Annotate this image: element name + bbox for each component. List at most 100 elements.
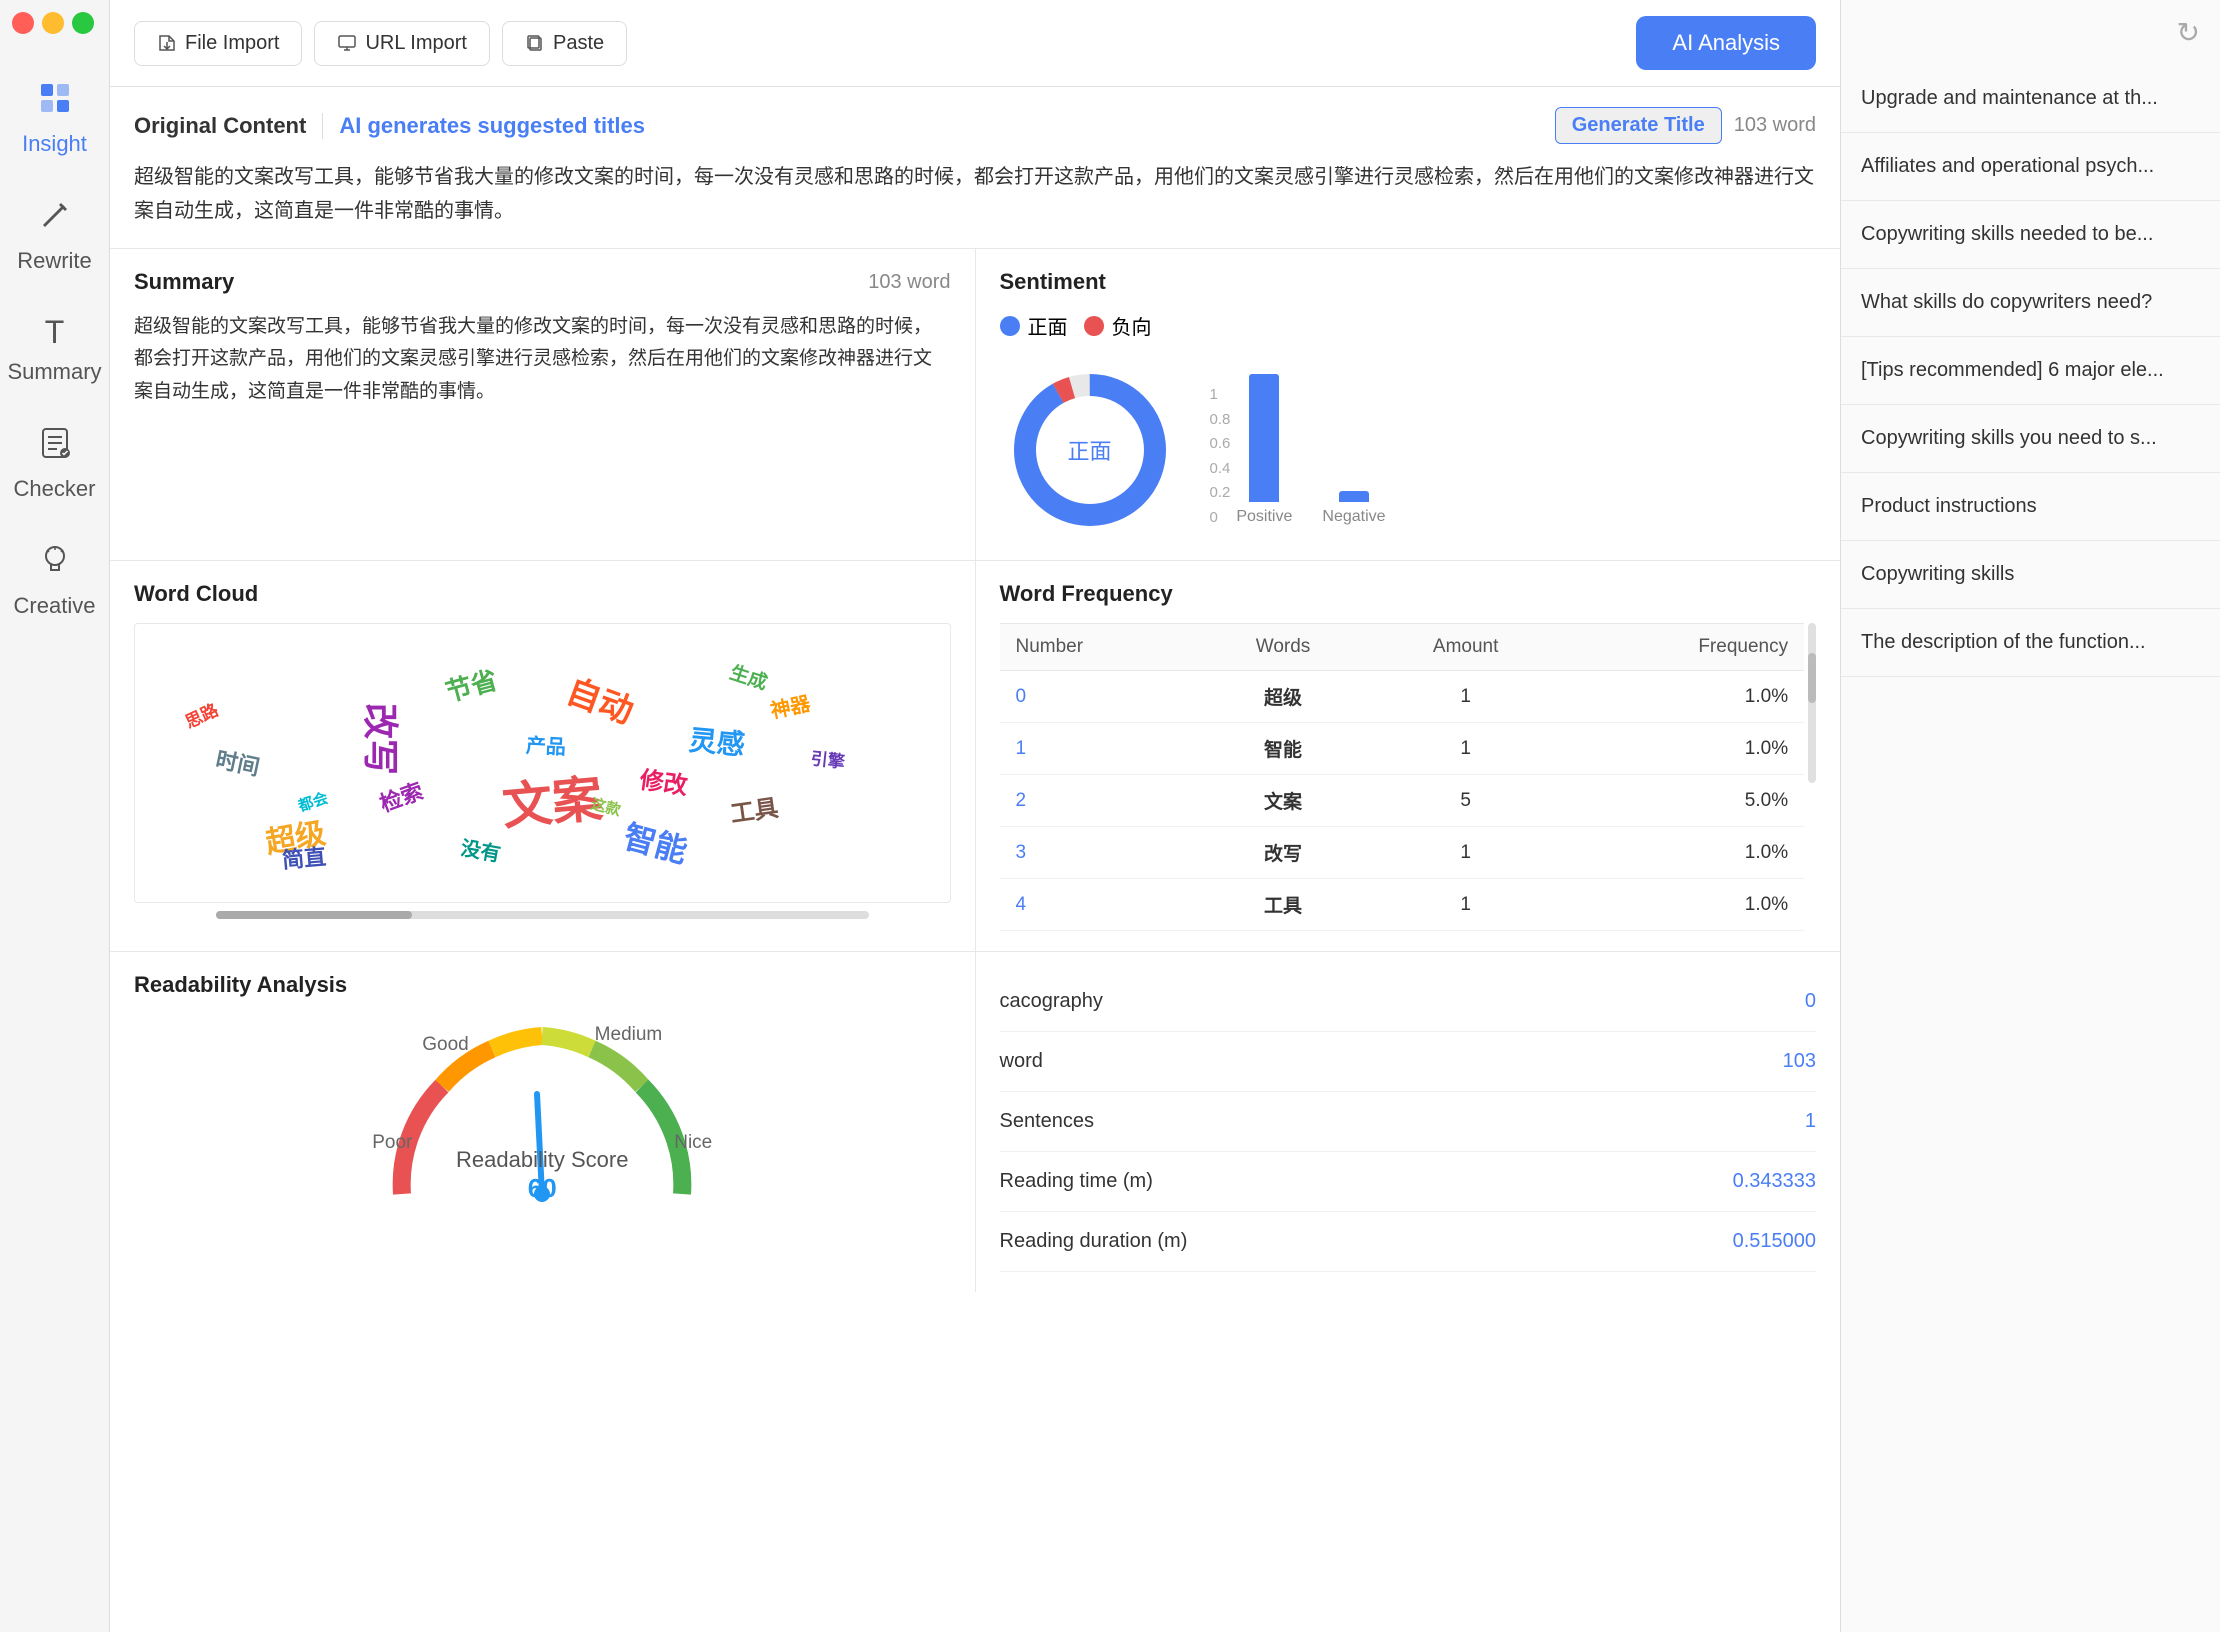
word-cloud-canvas: 文案 改写 智能 超级 灵感 节省 自动 工具 时间 检索 修改 简直 没有 神… [134, 623, 951, 903]
medium-label: Medium [595, 1024, 663, 1046]
file-import-icon [157, 33, 177, 53]
row-4-word: 工具 [1197, 879, 1369, 931]
right-panel-item-5[interactable]: Copywriting skills you need to s... [1841, 405, 2220, 473]
right-panel-item-7[interactable]: Copywriting skills [1841, 541, 2220, 609]
right-panel-item-3[interactable]: What skills do copywriters need? [1841, 269, 2220, 337]
positive-dot [1000, 316, 1020, 336]
row-0-frequency: 1.0% [1562, 671, 1804, 723]
row-0-amount: 1 [1369, 671, 1562, 723]
sidebar-label-creative: Creative [14, 593, 96, 619]
cloud-word-9: 检索 [375, 773, 427, 818]
sidebar-item-summary[interactable]: T Summary [0, 294, 109, 405]
cloud-word-17: 引擎 [810, 745, 846, 773]
cloud-word-7: 工具 [727, 788, 779, 829]
readability-title: Readability Analysis [134, 972, 347, 998]
word-frequency-title: Word Frequency [1000, 581, 1173, 607]
negative-bar: Negative [1322, 491, 1385, 526]
original-word-count: 103 word [1734, 114, 1816, 137]
stat-cacography-value: 0 [1805, 990, 1816, 1013]
right-panel-item-6[interactable]: Product instructions [1841, 473, 2220, 541]
row-2-frequency: 5.0% [1562, 775, 1804, 827]
original-content-title: Original Content [134, 113, 323, 139]
original-content-section: Original Content AI generates suggested … [110, 87, 1840, 249]
word-cloud-scrollbar[interactable] [216, 911, 869, 919]
table-row: 1 智能 1 1.0% [1000, 723, 1805, 775]
loading-icon: ↻ [2177, 16, 2200, 49]
right-panel: ↻ Upgrade and maintenance at th... Affil… [1840, 0, 2220, 1632]
stat-sentences-value: 1 [1805, 1110, 1816, 1133]
cloud-word-11: 简直 [280, 839, 327, 875]
stat-sentences-label: Sentences [1000, 1110, 1095, 1133]
maximize-button[interactable] [72, 12, 94, 34]
sidebar-label-summary: Summary [7, 359, 101, 385]
summary-sentiment-row: Summary 103 word 超级智能的文案改写工具，能够节省我大量的修改文… [110, 249, 1840, 561]
row-1-number: 1 [1000, 723, 1198, 775]
cloud-word-6: 自动 [560, 664, 641, 733]
cloud-word-18: 都会 [295, 787, 330, 816]
right-panel-item-1[interactable]: Affiliates and operational psych... [1841, 133, 2220, 201]
summary-text: 超级智能的文案改写工具，能够节省我大量的修改文案的时间，每一次没有灵感和思路的时… [134, 311, 951, 408]
url-import-button[interactable]: URL Import [314, 21, 490, 66]
readability-stats-panel: cacography 0 word 103 Sentences 1 Readin… [976, 952, 1841, 1292]
summary-title: Summary [134, 269, 234, 295]
wordcloud-frequency-row: Word Cloud 文案 改写 智能 超级 灵感 节省 自动 工具 时间 检索… [110, 561, 1840, 952]
word-cloud-panel: Word Cloud 文案 改写 智能 超级 灵感 节省 自动 工具 时间 检索… [110, 561, 976, 951]
row-1-amount: 1 [1369, 723, 1562, 775]
stat-reading-duration-label: Reading duration (m) [1000, 1230, 1188, 1253]
ai-analysis-button[interactable]: AI Analysis [1636, 16, 1816, 70]
insight-icon [37, 80, 73, 123]
y-tick-2: 0.8 [1210, 411, 1231, 428]
sidebar-label-checker: Checker [14, 476, 96, 502]
y-tick-6: 0 [1210, 509, 1231, 526]
right-panel-item-0[interactable]: Upgrade and maintenance at th... [1841, 65, 2220, 133]
stat-word-value: 103 [1783, 1050, 1816, 1073]
rewrite-icon [37, 197, 73, 240]
stat-cacography: cacography 0 [1000, 972, 1817, 1032]
table-row: 0 超级 1 1.0% [1000, 671, 1805, 723]
summary-word-count: 103 word [868, 271, 950, 294]
readability-panel: Readability Analysis [110, 952, 976, 1292]
generate-title-button[interactable]: Generate Title [1555, 107, 1722, 144]
right-panel-item-4[interactable]: [Tips recommended] 6 major ele... [1841, 337, 2220, 405]
file-import-button[interactable]: File Import [134, 21, 302, 66]
close-button[interactable] [12, 12, 34, 34]
paste-button[interactable]: Paste [502, 21, 627, 66]
good-label: Good [422, 1034, 468, 1056]
table-row: 2 文案 5 5.0% [1000, 775, 1805, 827]
sidebar-item-checker[interactable]: Checker [0, 405, 109, 522]
cloud-word-5: 节省 [441, 660, 501, 709]
main-content-area: File Import URL Import Paste AI Analysis… [110, 0, 1840, 1632]
sidebar-item-rewrite[interactable]: Rewrite [0, 177, 109, 294]
minimize-button[interactable] [42, 12, 64, 34]
stat-word: word 103 [1000, 1032, 1817, 1092]
right-panel-item-2[interactable]: Copywriting skills needed to be... [1841, 201, 2220, 269]
negative-dot [1084, 316, 1104, 336]
cloud-word-15: 生成 [726, 658, 770, 695]
row-2-amount: 5 [1369, 775, 1562, 827]
readability-row: Readability Analysis [110, 952, 1840, 1292]
frequency-table-scrollbar[interactable] [1808, 623, 1816, 783]
word-cloud-title: Word Cloud [134, 581, 258, 607]
sidebar-item-insight[interactable]: Insight [0, 60, 109, 177]
stat-reading-time-label: Reading time (m) [1000, 1170, 1153, 1193]
creative-icon [37, 542, 73, 585]
positive-legend: 正面 [1000, 311, 1068, 340]
nice-label: Nice [674, 1132, 712, 1154]
col-frequency: Frequency [1562, 624, 1804, 671]
table-row: 3 改写 1 1.0% [1000, 827, 1805, 879]
sidebar-item-creative[interactable]: Creative [0, 522, 109, 639]
sentiment-panel: Sentiment 正面 负向 [976, 249, 1841, 560]
cloud-word-1: 改写 [357, 703, 409, 775]
row-3-amount: 1 [1369, 827, 1562, 879]
sidebar-label-rewrite: Rewrite [17, 248, 92, 274]
table-row: 4 工具 1 1.0% [1000, 879, 1805, 931]
cloud-word-12: 没有 [459, 832, 503, 868]
stat-reading-time: Reading time (m) 0.343333 [1000, 1152, 1817, 1212]
right-panel-header: ↻ [1841, 0, 2220, 65]
row-0-word: 超级 [1197, 671, 1369, 723]
readability-stats: cacography 0 word 103 Sentences 1 Readin… [1000, 972, 1817, 1272]
right-panel-item-8[interactable]: The description of the function... [1841, 609, 2220, 677]
row-4-amount: 1 [1369, 879, 1562, 931]
ai-suggests-text: AI generates suggested titles [323, 113, 661, 139]
cloud-word-10: 修改 [638, 760, 690, 801]
